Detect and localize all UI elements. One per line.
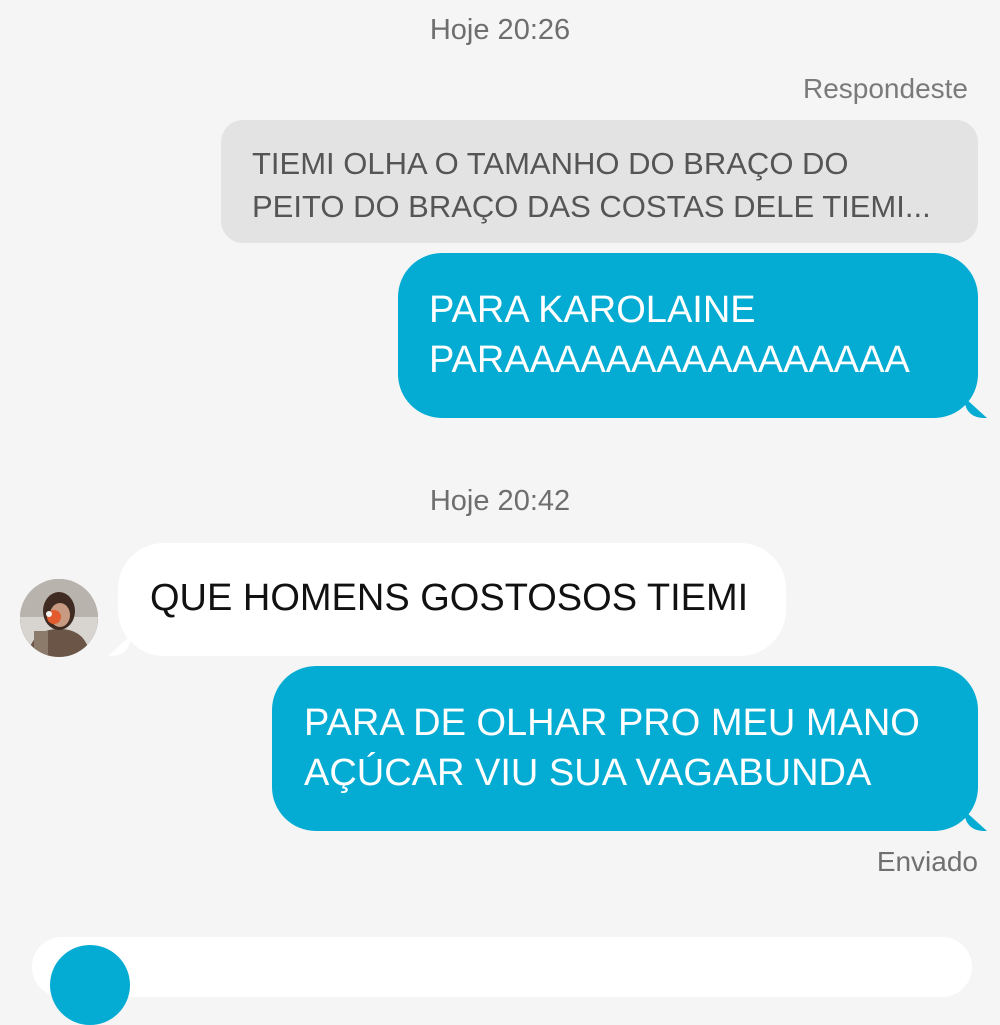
avatar-photo-icon <box>20 579 98 657</box>
message-line: AÇÚCAR VIU SUA VAGABUNDA <box>304 752 872 794</box>
message-status-label: Enviado <box>876 846 978 877</box>
timestamp-2: Hoje 20:42 <box>429 485 571 517</box>
message-line: QUE HOMENS GOSTOSOS TIEMI <box>150 577 749 619</box>
camera-icon[interactable] <box>50 945 130 1025</box>
outgoing-message-bubble[interactable]: PARA DE OLHAR PRO MEU MANO AÇÚCAR VIU SU… <box>272 666 978 831</box>
message-line: PARAAAAAAAAAAAAAAAA <box>429 339 910 381</box>
quoted-message-text: TIEMI OLHA O TAMANHO DO BRAÇO DO PEITO D… <box>252 146 931 224</box>
quoted-message-bubble[interactable]: TIEMI OLHA O TAMANHO DO BRAÇO DO PEITO D… <box>221 120 978 243</box>
outgoing-message-bubble[interactable]: PARA KAROLAINE PARAAAAAAAAAAAAAAAA <box>398 253 978 418</box>
reply-label: Respondeste <box>802 73 968 104</box>
message-composer[interactable] <box>32 937 972 997</box>
incoming-message-bubble[interactable]: QUE HOMENS GOSTOSOS TIEMI <box>118 543 786 656</box>
timestamp-1: Hoje 20:26 <box>429 14 571 46</box>
avatar[interactable] <box>20 579 98 657</box>
message-line: PARA KAROLAINE <box>429 289 756 331</box>
message-line: PARA DE OLHAR PRO MEU MANO <box>304 702 920 744</box>
